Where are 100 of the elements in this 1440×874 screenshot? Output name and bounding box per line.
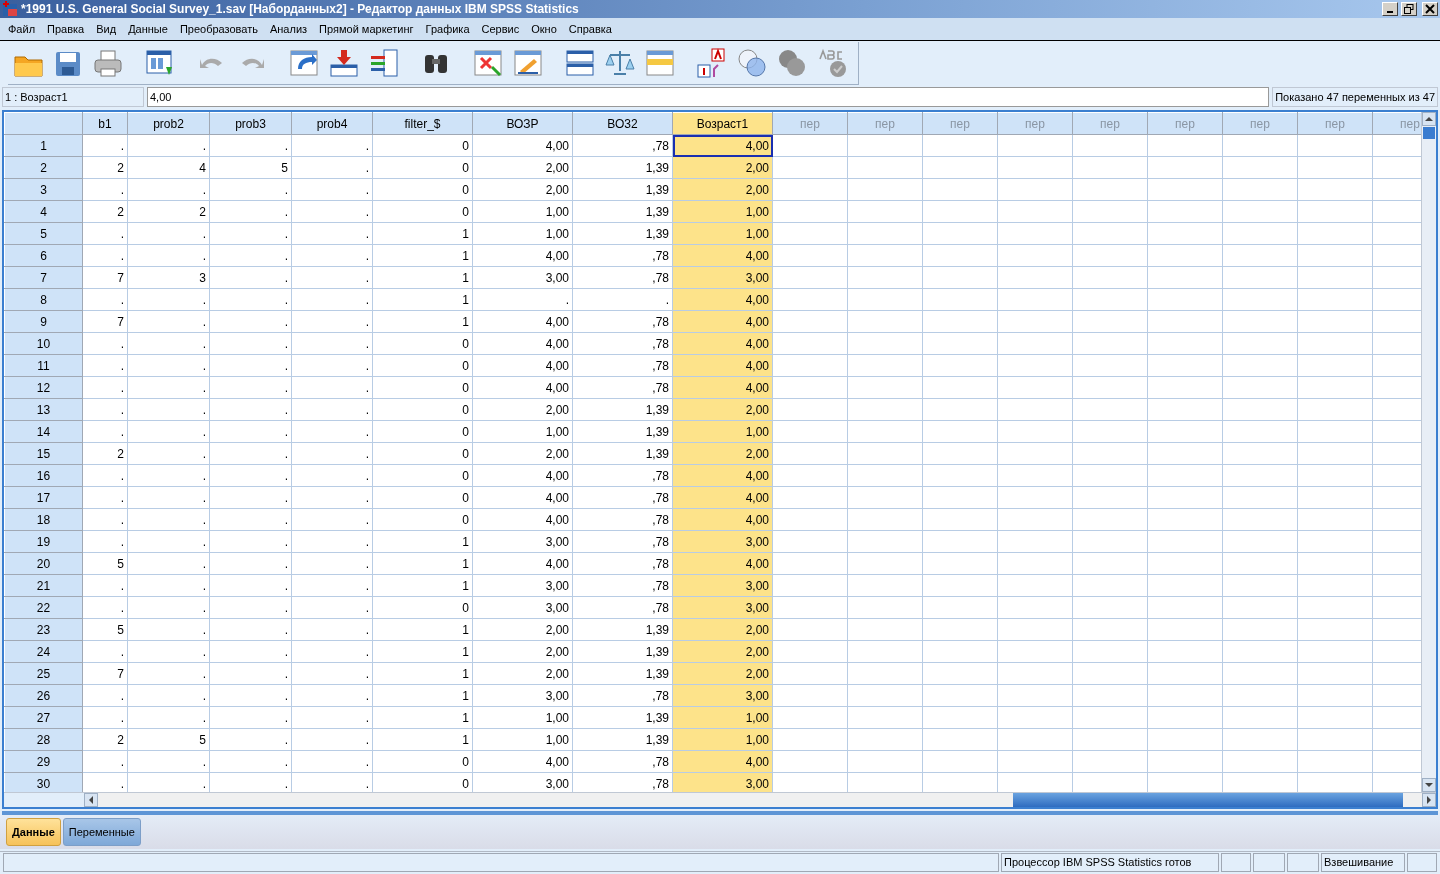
table-cell: .: [209, 332, 292, 355]
table-cell: .: [127, 332, 210, 355]
table-cell: 0: [372, 178, 473, 201]
table-cell: ,78: [572, 354, 673, 377]
row-header[interactable]: 7: [4, 266, 83, 289]
table-cell: 5: [82, 552, 128, 575]
table-cell: ,78: [572, 530, 673, 553]
column-header[interactable]: prob2: [127, 112, 210, 135]
row-header[interactable]: 19: [4, 530, 83, 553]
table-cell: 2: [82, 442, 128, 465]
menu-item[interactable]: Данные: [122, 23, 174, 35]
table-cell: .: [209, 288, 292, 311]
row-header[interactable]: 2: [4, 156, 83, 179]
table-cell: .: [291, 398, 373, 421]
row-header[interactable]: 22: [4, 596, 83, 619]
scrollbar-thumb[interactable]: [1013, 793, 1403, 807]
row-header[interactable]: 9: [4, 310, 83, 333]
row-header[interactable]: 11: [4, 354, 83, 377]
menu-item[interactable]: Сервис: [475, 23, 526, 35]
table-cell: ,78: [572, 310, 673, 333]
menu-item[interactable]: Прямой маркетинг: [313, 23, 420, 35]
row-header[interactable]: 27: [4, 706, 83, 729]
row-header[interactable]: 28: [4, 728, 83, 751]
minimize-button[interactable]: [1382, 2, 1398, 16]
table-cell: 4,00: [472, 552, 573, 575]
row-header[interactable]: 3: [4, 178, 83, 201]
table-cell: .: [82, 574, 128, 597]
table-cell: .: [291, 706, 373, 729]
table-cell: ,78: [572, 376, 673, 399]
row-header[interactable]: 25: [4, 662, 83, 685]
column-header[interactable]: Возраст1: [672, 112, 773, 135]
sets-icon[interactable]: [736, 46, 768, 79]
menu-item[interactable]: Преобразовать: [173, 23, 264, 35]
table-cell: .: [209, 310, 292, 333]
scroll-left-button[interactable]: [84, 793, 98, 807]
column-header[interactable]: prob4: [291, 112, 373, 135]
table-cell: 3,00: [472, 596, 573, 619]
scroll-down-button[interactable]: [1422, 778, 1436, 792]
table-cell: .: [127, 134, 210, 157]
table-cell: 1: [372, 552, 473, 575]
row-header[interactable]: 15: [4, 442, 83, 465]
visible-variables-count: Показано 47 переменных из 47: [1272, 87, 1438, 107]
menu-item[interactable]: Правка: [41, 23, 91, 35]
row-header[interactable]: 10: [4, 332, 83, 355]
table-cell: .: [82, 134, 128, 157]
column-header[interactable]: b1: [82, 112, 128, 135]
row-header[interactable]: 20: [4, 552, 83, 575]
table-cell: .: [127, 618, 210, 641]
view-tab[interactable]: Данные: [6, 818, 61, 846]
table-cell: 7: [82, 266, 128, 289]
row-header[interactable]: 12: [4, 376, 83, 399]
table-cell: .: [209, 684, 292, 707]
row-header[interactable]: 16: [4, 464, 83, 487]
table-cell: 2,00: [472, 662, 573, 685]
window-title: *1991 U.S. General Social Survey_1.sav [Наборданных2] - Редактор данных IBM SPSS Statistics: [21, 2, 580, 16]
row-header[interactable]: 24: [4, 640, 83, 663]
column-header[interactable]: filter_$: [372, 112, 473, 135]
row-header[interactable]: 17: [4, 486, 83, 509]
row-header[interactable]: 6: [4, 244, 83, 267]
row-header[interactable]: 26: [4, 684, 83, 707]
restore-button[interactable]: [1401, 2, 1417, 16]
table-cell: 2,00: [472, 156, 573, 179]
cell-value-field[interactable]: 4,00: [147, 87, 1270, 107]
row-header[interactable]: 4: [4, 200, 83, 223]
table-cell: .: [209, 596, 292, 619]
insert-variable-icon[interactable]: [368, 46, 400, 79]
column-header[interactable]: prob3: [209, 112, 292, 135]
menu-item[interactable]: Файл: [2, 23, 42, 35]
row-header[interactable]: 14: [4, 420, 83, 443]
table-cell: .: [82, 530, 128, 553]
row-header[interactable]: 29: [4, 750, 83, 773]
row-header[interactable]: 23: [4, 618, 83, 641]
column-header[interactable]: ВОЗР: [472, 112, 573, 135]
right-arrow-icon: [1426, 796, 1432, 804]
menu-item[interactable]: Анализ: [263, 23, 314, 35]
status-panel: [1221, 853, 1251, 872]
menu-item[interactable]: Вид: [90, 23, 123, 35]
labels-toggle-icon[interactable]: [696, 46, 728, 79]
scrollbar-thumb[interactable]: [1423, 127, 1435, 139]
table-cell: .: [209, 398, 292, 421]
row-header[interactable]: 21: [4, 574, 83, 597]
close-button[interactable]: [1422, 2, 1438, 16]
column-header[interactable]: ВО32: [572, 112, 673, 135]
menu-item[interactable]: Графика: [419, 23, 476, 35]
table-cell: .: [291, 508, 373, 531]
row-header[interactable]: 30: [4, 772, 83, 792]
menu-item[interactable]: Окно: [525, 23, 563, 35]
table-cell: .: [291, 530, 373, 553]
row-header[interactable]: 1: [4, 134, 83, 157]
table-cell: .: [291, 574, 373, 597]
row-header[interactable]: 8: [4, 288, 83, 311]
view-tab[interactable]: Переменные: [62, 818, 141, 846]
row-header[interactable]: 18: [4, 508, 83, 531]
table-cell: 0: [372, 464, 473, 487]
table-cell: .: [209, 376, 292, 399]
row-header[interactable]: 13: [4, 398, 83, 421]
scroll-right-button[interactable]: [1422, 793, 1436, 807]
scroll-up-button[interactable]: [1422, 112, 1436, 126]
row-header[interactable]: 5: [4, 222, 83, 245]
menu-item[interactable]: Справка: [562, 23, 618, 35]
